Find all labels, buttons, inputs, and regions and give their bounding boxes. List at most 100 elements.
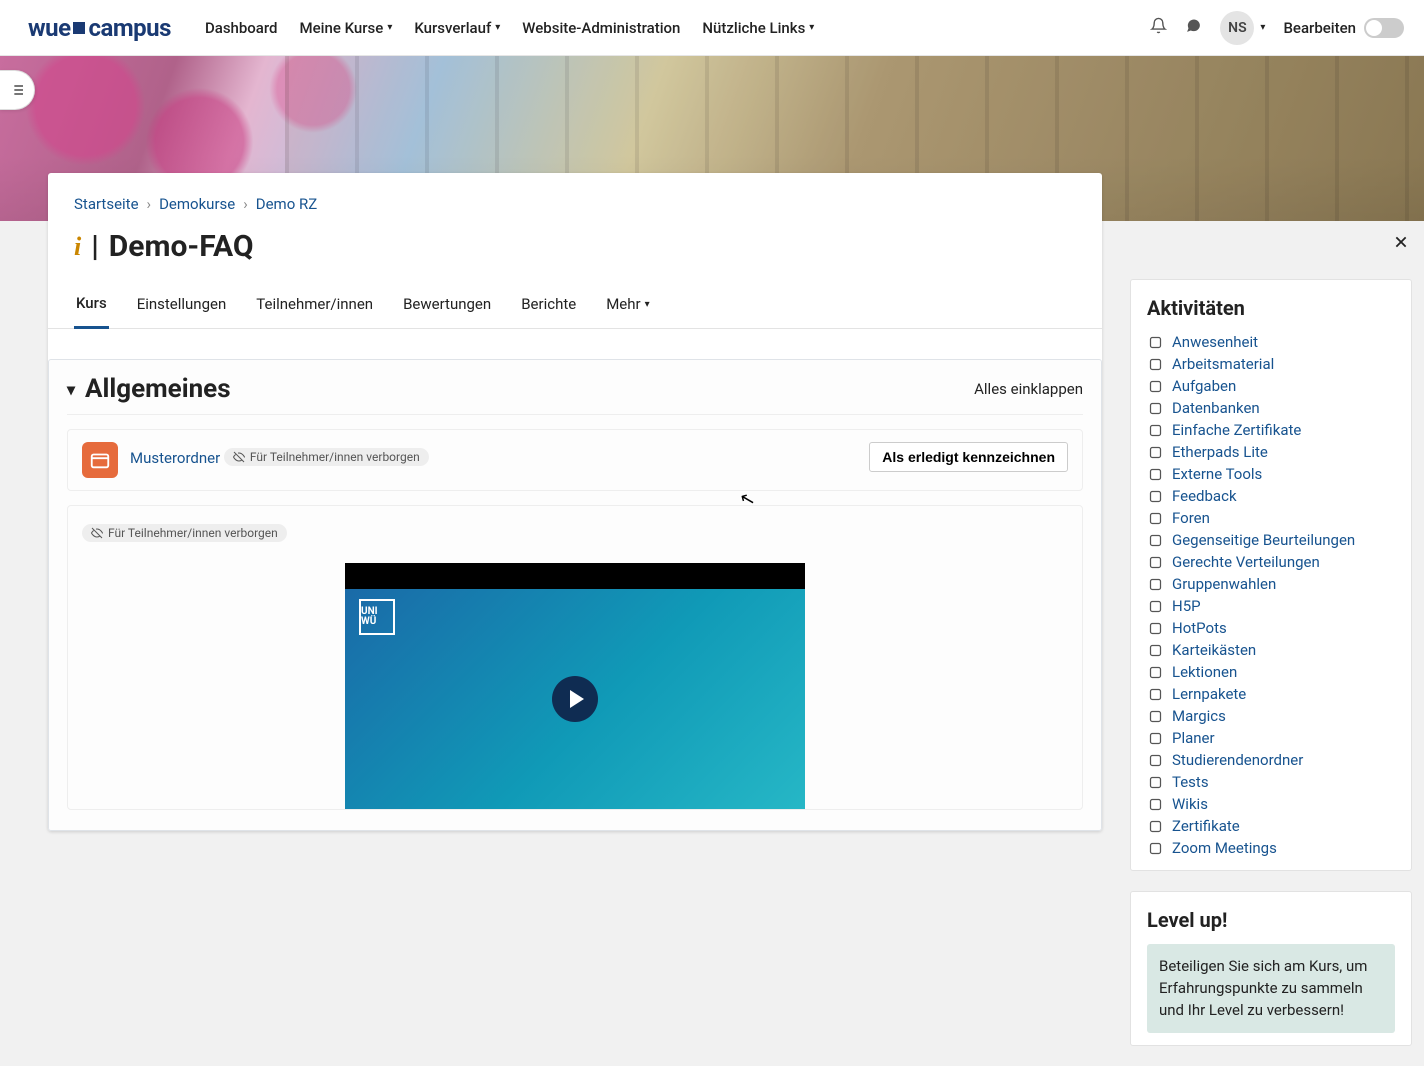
activity-type-icon <box>1147 840 1163 856</box>
activity-type-item[interactable]: Lernpakete <box>1147 684 1395 704</box>
activity-type-item[interactable]: Datenbanken <box>1147 398 1395 418</box>
activity-type-link[interactable]: Zertifikate <box>1172 817 1240 835</box>
activity-type-item[interactable]: HotPots <box>1147 618 1395 638</box>
activity-type-link[interactable]: Anwesenheit <box>1172 333 1258 351</box>
breadcrumb-demo-courses[interactable]: Demokurse <box>159 195 235 213</box>
nav-useful-links-label: Nützliche Links <box>702 19 805 37</box>
nav-site-admin[interactable]: Website-Administration <box>514 13 688 43</box>
activity-type-link[interactable]: Foren <box>1172 509 1210 527</box>
course-tabs: Kurs Einstellungen Teilnehmer/innen Bewe… <box>48 282 1102 329</box>
video-logo: UNI WÜ <box>359 599 395 635</box>
collapse-all-link[interactable]: Alles einklappen <box>974 380 1083 398</box>
play-button-icon[interactable] <box>552 676 598 722</box>
folder-icon <box>82 442 118 478</box>
title-separator: | <box>91 229 99 264</box>
activity-type-item[interactable]: Tests <box>1147 772 1395 792</box>
activity-type-item[interactable]: Zoom Meetings <box>1147 838 1395 858</box>
activity-type-item[interactable]: Gegenseitige Beurteilungen <box>1147 530 1395 550</box>
activity-type-item[interactable]: Externe Tools <box>1147 464 1395 484</box>
activity-type-link[interactable]: Etherpads Lite <box>1172 443 1268 461</box>
user-menu[interactable]: NS ▾ <box>1220 11 1265 45</box>
activity-type-item[interactable]: Aufgaben <box>1147 376 1395 396</box>
activity-type-icon <box>1147 466 1163 482</box>
activity-type-icon <box>1147 510 1163 526</box>
activity-type-item[interactable]: Margics <box>1147 706 1395 726</box>
activity-type-icon <box>1147 400 1163 416</box>
activity-type-item[interactable]: Zertifikate <box>1147 816 1395 836</box>
activity-type-link[interactable]: Studierendenordner <box>1172 751 1303 769</box>
activity-type-item[interactable]: Studierendenordner <box>1147 750 1395 770</box>
close-drawer-button[interactable] <box>1394 233 1408 254</box>
activity-type-item[interactable]: H5P <box>1147 596 1395 616</box>
activity-type-link[interactable]: Karteikästen <box>1172 641 1256 659</box>
tab-course[interactable]: Kurs <box>74 282 109 329</box>
activity-type-link[interactable]: Datenbanken <box>1172 399 1260 417</box>
activity-type-item[interactable]: Etherpads Lite <box>1147 442 1395 462</box>
activity-type-item[interactable]: Planer <box>1147 728 1395 748</box>
section-title: Allgemeines <box>85 374 231 404</box>
nav-course-history[interactable]: Kursverlauf ▾ <box>406 13 508 43</box>
activity-type-link[interactable]: Lernpakete <box>1172 685 1246 703</box>
activity-type-link[interactable]: Feedback <box>1172 487 1237 505</box>
levelup-message: Beteiligen Sie sich am Kurs, um Erfahrun… <box>1147 944 1395 1033</box>
breadcrumb-separator: › <box>147 195 152 213</box>
activity-type-link[interactable]: HotPots <box>1172 619 1227 637</box>
edit-toggle-switch[interactable] <box>1364 18 1404 38</box>
chevron-down-icon: ▾ <box>495 22 500 33</box>
tab-settings[interactable]: Einstellungen <box>135 282 229 328</box>
nav-useful-links[interactable]: Nützliche Links ▾ <box>694 13 822 43</box>
chevron-down-icon: ▾ <box>387 22 392 33</box>
activity-type-link[interactable]: H5P <box>1172 597 1201 615</box>
activity-type-item[interactable]: Arbeitsmaterial <box>1147 354 1395 374</box>
hidden-badge: Für Teilnehmer/innen verborgen <box>224 448 429 466</box>
activity-type-item[interactable]: Feedback <box>1147 486 1395 506</box>
activity-item-video: Für Teilnehmer/innen verborgen UNI WÜ <box>67 505 1083 810</box>
info-icon: i <box>74 232 81 262</box>
activity-type-item[interactable]: Gerechte Verteilungen <box>1147 552 1395 572</box>
site-logo[interactable]: wue campus <box>28 14 171 42</box>
activity-type-item[interactable]: Anwesenheit <box>1147 332 1395 352</box>
activity-type-link[interactable]: Wikis <box>1172 795 1208 813</box>
edit-mode-toggle[interactable]: Bearbeiten <box>1283 18 1404 38</box>
activity-type-item[interactable]: Wikis <box>1147 794 1395 814</box>
activity-type-link[interactable]: Aufgaben <box>1172 377 1236 395</box>
video-player[interactable]: UNI WÜ <box>345 563 805 809</box>
activity-type-link[interactable]: Zoom Meetings <box>1172 839 1277 857</box>
activity-type-link[interactable]: Arbeitsmaterial <box>1172 355 1274 373</box>
tab-reports[interactable]: Berichte <box>519 282 578 328</box>
notifications-icon[interactable] <box>1150 17 1167 39</box>
activity-type-item[interactable]: Gruppenwahlen <box>1147 574 1395 594</box>
activity-type-item[interactable]: Einfache Zertifikate <box>1147 420 1395 440</box>
chevron-down-icon[interactable]: ▾ <box>67 380 75 399</box>
avatar: NS <box>1220 11 1254 45</box>
tab-more[interactable]: Mehr ▾ <box>604 282 651 328</box>
activity-type-icon <box>1147 356 1163 372</box>
activity-type-link[interactable]: Externe Tools <box>1172 465 1262 483</box>
messages-icon[interactable] <box>1185 17 1202 39</box>
list-icon <box>9 82 25 98</box>
activities-heading: Aktivitäten <box>1147 296 1395 320</box>
activity-type-icon <box>1147 686 1163 702</box>
breadcrumb-home[interactable]: Startseite <box>74 195 139 213</box>
activity-type-item[interactable]: Lektionen <box>1147 662 1395 682</box>
mark-done-button[interactable]: Als erledigt kennzeichnen <box>869 442 1068 472</box>
nav-my-courses[interactable]: Meine Kurse ▾ <box>292 13 401 43</box>
activity-type-item[interactable]: Foren <box>1147 508 1395 528</box>
edit-label: Bearbeiten <box>1283 19 1356 37</box>
activity-type-icon <box>1147 708 1163 724</box>
activity-type-link[interactable]: Gerechte Verteilungen <box>1172 553 1320 571</box>
tab-participants[interactable]: Teilnehmer/innen <box>254 282 375 328</box>
breadcrumb-demo-rz[interactable]: Demo RZ <box>256 195 317 213</box>
activity-type-link[interactable]: Gegenseitige Beurteilungen <box>1172 531 1355 549</box>
activity-type-link[interactable]: Gruppenwahlen <box>1172 575 1276 593</box>
activity-type-icon <box>1147 620 1163 636</box>
activity-type-item[interactable]: Karteikästen <box>1147 640 1395 660</box>
activity-type-link[interactable]: Lektionen <box>1172 663 1237 681</box>
activity-type-link[interactable]: Margics <box>1172 707 1226 725</box>
nav-dashboard[interactable]: Dashboard <box>197 13 286 43</box>
activity-type-link[interactable]: Einfache Zertifikate <box>1172 421 1301 439</box>
tab-grades[interactable]: Bewertungen <box>401 282 493 328</box>
activity-link[interactable]: Musterordner <box>130 449 220 467</box>
activity-type-link[interactable]: Planer <box>1172 729 1215 747</box>
activity-type-link[interactable]: Tests <box>1172 773 1209 791</box>
